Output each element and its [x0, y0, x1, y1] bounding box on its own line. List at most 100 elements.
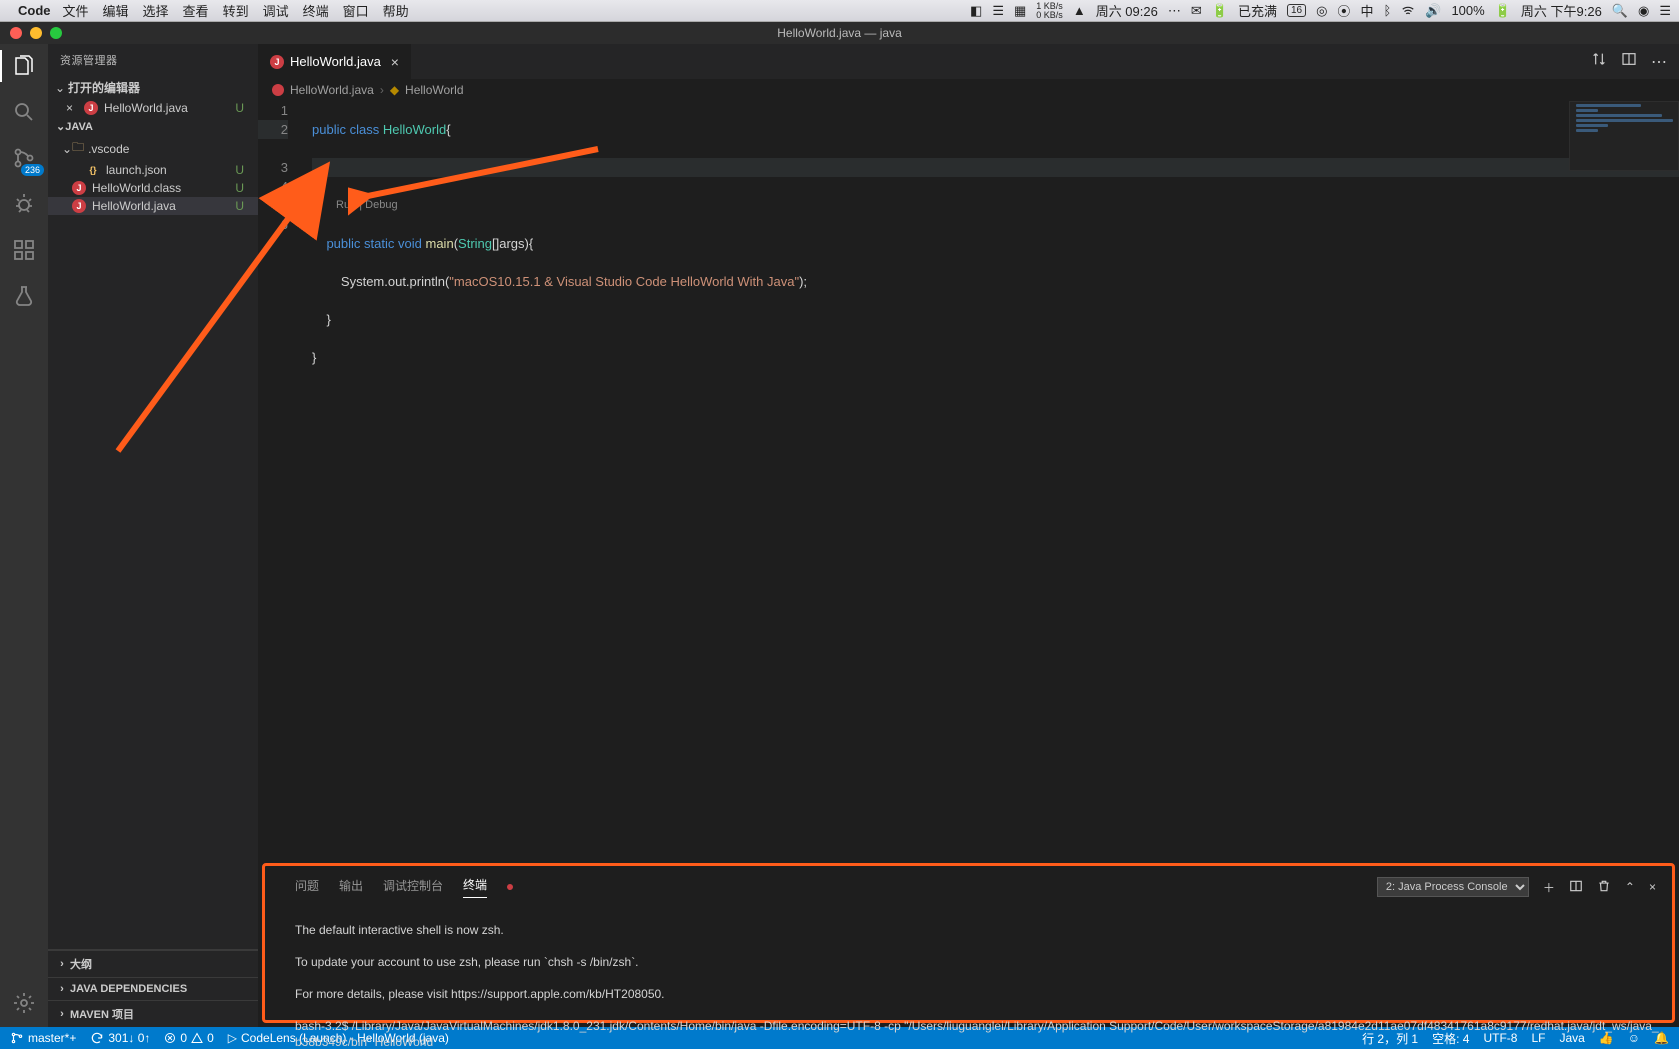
menubar-input-icon[interactable]: 中	[1360, 1, 1373, 20]
traffic-lights	[0, 27, 62, 39]
java-file-icon: J	[84, 101, 98, 115]
window-titlebar: HelloWorld.java — java	[0, 22, 1679, 44]
tab-helloworld[interactable]: J HelloWorld.java ×	[258, 44, 412, 79]
menubar-icon-b[interactable]: ⦿	[1337, 1, 1350, 20]
app-name[interactable]: Code	[18, 3, 51, 18]
menubar-icon-a[interactable]: ◎	[1316, 3, 1327, 19]
line-gutter: 123456	[258, 101, 302, 234]
panel-tab-problems[interactable]: 问题	[295, 877, 319, 898]
file-helloworld-java[interactable]: J HelloWorld.java U	[48, 197, 258, 215]
sidebar-title: 资源管理器	[48, 44, 258, 76]
folder-icon: 🗀	[72, 138, 84, 159]
new-terminal-icon[interactable]: ＋	[1543, 879, 1555, 896]
menubar-disk-icon[interactable]: ☰	[992, 3, 1004, 19]
menu-terminal[interactable]: 终端	[303, 1, 329, 20]
code-editor[interactable]: 123456 public class HelloWorld{ Run | De…	[258, 101, 1679, 859]
java-file-icon: J	[72, 199, 86, 213]
class-symbol-icon: ◆	[390, 83, 399, 97]
menu-view[interactable]: 查看	[183, 1, 209, 20]
java-file-icon	[272, 84, 284, 96]
close-window-button[interactable]	[10, 27, 22, 39]
status-sync[interactable]: 301↓ 0↑	[90, 1031, 150, 1045]
menubar-netspeed: 1 KB/s0 KB/s	[1036, 2, 1063, 20]
activity-settings[interactable]	[10, 989, 38, 1017]
menu-debug[interactable]: 调试	[263, 1, 289, 20]
menu-help[interactable]: 帮助	[383, 1, 409, 20]
menubar-battery-text: 已充满	[1238, 1, 1277, 20]
panel-tab-debug-console[interactable]: 调试控制台	[383, 877, 443, 898]
activity-explorer[interactable]	[10, 52, 38, 80]
menubar-bluetooth-icon[interactable]: ᛒ	[1383, 3, 1391, 18]
close-icon[interactable]: ×	[66, 101, 80, 115]
tab-close-icon[interactable]: ×	[391, 54, 399, 70]
java-file-icon: J	[72, 181, 86, 195]
menubar-clock-2[interactable]: 周六 下午9:26	[1521, 1, 1602, 20]
chevron-right-icon: ›	[380, 83, 384, 97]
java-file-icon: J	[270, 55, 284, 69]
maximize-panel-icon[interactable]: ⌃	[1625, 880, 1635, 894]
terminal-output[interactable]: The default interactive shell is now zsh…	[275, 906, 1662, 1049]
menubar-wifi-icon[interactable]	[1401, 4, 1415, 18]
project-header[interactable]: ⌄JAVA	[48, 117, 258, 136]
menubar-notification-icon[interactable]: ☰	[1659, 3, 1671, 19]
dirty-indicator-icon	[507, 884, 513, 890]
activity-test[interactable]	[10, 282, 38, 310]
menubar-clock-1[interactable]: 周六 09:26	[1096, 1, 1158, 20]
menubar-date-badge[interactable]: 16	[1287, 4, 1306, 17]
minimize-window-button[interactable]	[30, 27, 42, 39]
open-editor-item[interactable]: × J HelloWorld.java U	[48, 99, 258, 117]
outline-section[interactable]: ›大纲	[48, 950, 258, 977]
open-editors-section[interactable]: ⌄打开的编辑器	[48, 76, 258, 99]
split-terminal-icon[interactable]	[1569, 879, 1583, 896]
activity-search[interactable]	[10, 98, 38, 126]
menu-go[interactable]: 转到	[223, 1, 249, 20]
status-problems[interactable]: 0 0	[164, 1031, 213, 1045]
codelens-debug[interactable]: Debug	[365, 199, 397, 211]
terminal-panel: 问题 输出 调试控制台 终端 2: Java Process Console ＋…	[262, 863, 1675, 1023]
menubar-siri-icon[interactable]: ◉	[1638, 3, 1649, 19]
mac-menubar: Code 文件 编辑 选择 查看 转到 调试 终端 窗口 帮助 ◧ ☰ ▦ 1 …	[0, 0, 1679, 22]
panel-tab-terminal[interactable]: 终端	[463, 876, 487, 898]
window-title: HelloWorld.java — java	[777, 26, 902, 40]
breadcrumb[interactable]: HelloWorld.java › ◆ HelloWorld	[258, 79, 1679, 101]
terminal-selector[interactable]: 2: Java Process Console	[1377, 877, 1529, 897]
maven-section[interactable]: ›MAVEN 项目	[48, 1000, 258, 1027]
menu-window[interactable]: 窗口	[343, 1, 369, 20]
folder-vscode[interactable]: ⌄🗀 .vscode	[48, 136, 258, 161]
activity-scm[interactable]: 236	[10, 144, 38, 172]
status-branch[interactable]: master*+	[10, 1031, 76, 1045]
activity-extensions[interactable]	[10, 236, 38, 264]
menubar-volume-icon[interactable]: 🔊	[1425, 3, 1441, 19]
panel-tab-output[interactable]: 输出	[339, 877, 363, 898]
close-panel-icon[interactable]: ×	[1649, 880, 1656, 894]
menu-file[interactable]: 文件	[63, 1, 89, 20]
editor-area: J HelloWorld.java × ⋯ HelloWorld.java › …	[258, 44, 1679, 1027]
menubar-wechat-icon[interactable]: ✉	[1191, 3, 1202, 19]
menubar-battery-percent: 100%	[1451, 3, 1484, 18]
menu-selection[interactable]: 选择	[143, 1, 169, 20]
split-editor-icon[interactable]	[1621, 51, 1637, 72]
kill-terminal-icon[interactable]	[1597, 879, 1611, 896]
editor-tabs: J HelloWorld.java × ⋯	[258, 44, 1679, 79]
menu-edit[interactable]: 编辑	[103, 1, 129, 20]
menubar-dots-icon[interactable]: ⋯	[1168, 3, 1181, 19]
file-launch-json[interactable]: {} launch.json U	[48, 161, 258, 179]
tab-label: HelloWorld.java	[290, 54, 381, 69]
compare-changes-icon[interactable]	[1591, 51, 1607, 72]
codelens-run[interactable]: Run	[336, 199, 356, 211]
scm-badge: 236	[21, 164, 44, 176]
sidebar: 资源管理器 ⌄打开的编辑器 × J HelloWorld.java U ⌄JAV…	[48, 44, 258, 1027]
json-file-icon: {}	[86, 163, 100, 177]
menubar-net-icon[interactable]: ▦	[1014, 3, 1026, 19]
menubar-app-icon[interactable]: ◧	[970, 3, 982, 19]
more-actions-icon[interactable]: ⋯	[1651, 52, 1667, 72]
minimap[interactable]	[1569, 101, 1679, 171]
activity-debug[interactable]	[10, 190, 38, 218]
maximize-window-button[interactable]	[50, 27, 62, 39]
menubar-battery-icon[interactable]: 🔋	[1212, 3, 1228, 19]
file-helloworld-class[interactable]: J HelloWorld.class U	[48, 179, 258, 197]
menubar-upload-icon[interactable]: ▲	[1073, 3, 1086, 18]
menubar-battery2-icon[interactable]: 🔋	[1495, 3, 1511, 19]
java-deps-section[interactable]: ›JAVA DEPENDENCIES	[48, 977, 258, 1000]
menubar-spotlight-icon[interactable]: 🔍	[1612, 3, 1628, 19]
